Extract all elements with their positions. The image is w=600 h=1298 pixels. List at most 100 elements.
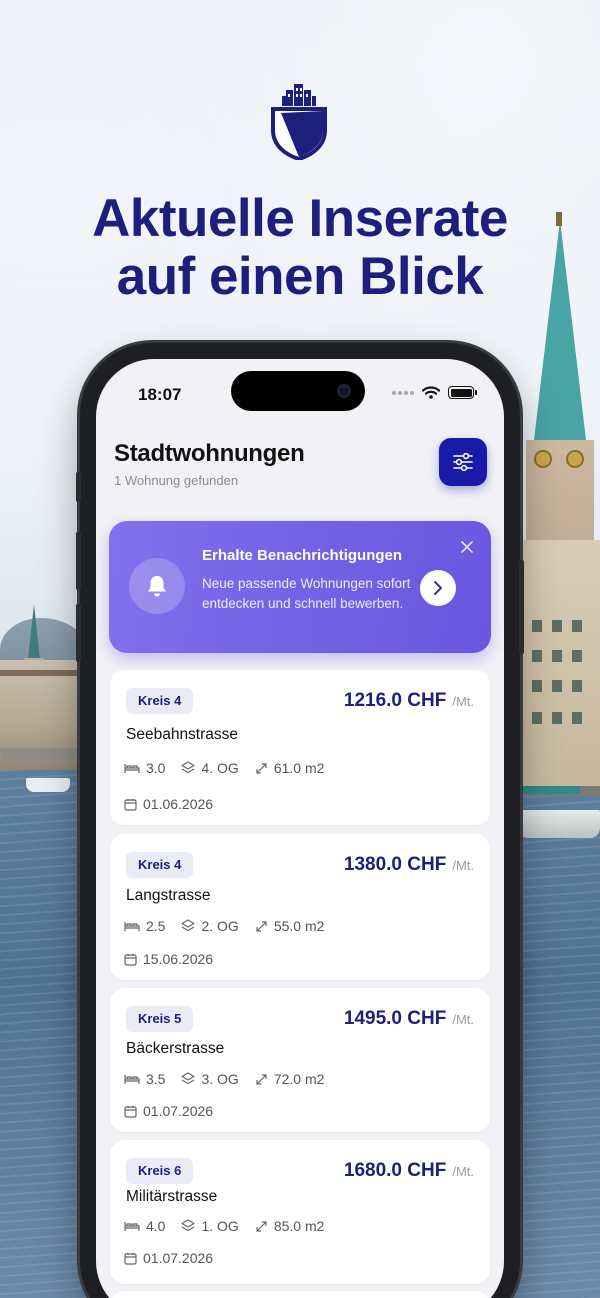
zurich-shield-logo-icon xyxy=(270,82,328,162)
calendar-icon xyxy=(124,1252,137,1265)
rooms-value: 3.0 xyxy=(146,760,166,776)
price: 1680.0 CHF /Mt. xyxy=(344,1160,474,1182)
notification-text: Neue passende Wohnungen sofort entdecken… xyxy=(202,576,411,611)
floor-value: 1. OG xyxy=(201,1218,239,1234)
calendar-icon xyxy=(124,1105,137,1118)
headline-line-2: auf einen Blick xyxy=(116,247,484,306)
price-amount: 1380.0 CHF xyxy=(343,854,447,875)
district-badge: Kreis 5 xyxy=(126,1006,194,1032)
bed-icon xyxy=(124,1220,140,1232)
date-value: 01.07.2026 xyxy=(143,1250,214,1266)
status-icons xyxy=(392,386,477,399)
price-period: /Mt. xyxy=(452,1164,474,1179)
church-spire-left xyxy=(28,604,40,660)
price-period: /Mt. xyxy=(452,694,474,709)
old-town-buildings-right xyxy=(518,540,600,790)
notification-open-button[interactable] xyxy=(420,570,456,606)
battery-icon xyxy=(448,386,477,399)
listing-card[interactable] xyxy=(110,1291,490,1298)
sliders-icon xyxy=(453,453,473,471)
listing-facts: 2.5 2. OG 55.0 m2 xyxy=(124,918,324,934)
street-name: Militärstrasse xyxy=(126,1188,218,1205)
status-time: 18:07 xyxy=(138,385,182,404)
listing-facts: 4.0 1. OG 85.0 m2 xyxy=(124,1218,324,1234)
bed-icon xyxy=(124,1073,140,1085)
clock-face xyxy=(534,450,552,468)
notification-close-button[interactable] xyxy=(459,539,475,555)
listing-card[interactable]: Kreis 6 1680.0 CHF /Mt. Militärstrasse 4… xyxy=(110,1140,490,1284)
street-name: Bäckerstrasse xyxy=(126,1040,225,1057)
expand-icon xyxy=(255,762,268,775)
expand-icon xyxy=(255,1220,268,1233)
calendar-icon xyxy=(124,798,137,811)
notification-banner[interactable]: Erhalte Benachrichtigungen Neue passende… xyxy=(109,521,491,653)
cellular-signal-icon xyxy=(392,390,414,395)
district-badge: Kreis 4 xyxy=(126,688,194,714)
listing-card[interactable]: Kreis 4 1216.0 CHF /Mt. Seebahnstrasse 3… xyxy=(110,670,490,825)
headline-line-1: Aktuelle Inserate xyxy=(92,189,508,248)
area-value: 61.0 m2 xyxy=(273,760,325,776)
price-period: /Mt. xyxy=(452,858,474,873)
listing-card[interactable]: Kreis 5 1495.0 CHF /Mt. Bäckerstrasse 3.… xyxy=(110,988,490,1132)
bell-icon-circle xyxy=(129,558,185,614)
rooms-value: 4.0 xyxy=(146,1218,166,1234)
page-title: Stadtwohnungen xyxy=(114,440,305,467)
street-name: Langstrasse xyxy=(126,887,211,904)
front-camera xyxy=(337,384,351,398)
ship xyxy=(518,810,600,838)
calendar-icon xyxy=(124,953,137,966)
layers-icon xyxy=(181,1072,196,1086)
bed-icon xyxy=(124,762,140,774)
wifi-icon xyxy=(422,386,440,399)
availability-date: 01.07.2026 xyxy=(124,1250,213,1266)
awning xyxy=(520,786,580,794)
availability-date: 01.07.2026 xyxy=(124,1103,213,1119)
price-amount: 1216.0 CHF xyxy=(343,690,447,711)
street-name: Seebahnstrasse xyxy=(126,726,239,743)
price-period: /Mt. xyxy=(452,1012,474,1027)
date-value: 01.06.2026 xyxy=(143,796,214,812)
phone-action-button xyxy=(76,472,81,502)
promo-headline: Aktuelle Inserate auf einen Blick xyxy=(0,190,600,306)
floor-value: 2. OG xyxy=(201,918,239,934)
clock-face xyxy=(566,450,584,468)
rooms-value: 2.5 xyxy=(146,918,166,934)
floor-value: 3. OG xyxy=(201,1071,239,1087)
layers-icon xyxy=(181,761,196,775)
dynamic-island xyxy=(231,371,365,411)
app-screen: 18:07 Stadtwohnungen 1 Wohnung gefunden xyxy=(96,359,504,1298)
price: 1380.0 CHF /Mt. xyxy=(344,854,474,876)
area-value: 85.0 m2 xyxy=(273,1218,325,1234)
rooms-value: 3.5 xyxy=(146,1071,166,1087)
results-count: 1 Wohnung gefunden xyxy=(114,473,239,488)
filter-button[interactable] xyxy=(439,438,487,486)
area-value: 72.0 m2 xyxy=(273,1071,325,1087)
phone-volume-up-button xyxy=(76,532,81,590)
close-icon xyxy=(461,541,473,553)
price-amount: 1680.0 CHF xyxy=(343,1160,447,1181)
phone-volume-down-button xyxy=(76,604,81,662)
layers-icon xyxy=(181,919,196,933)
expand-icon xyxy=(255,920,268,933)
chevron-right-icon xyxy=(433,580,443,596)
availability-date: 15.06.2026 xyxy=(124,951,213,967)
price-amount: 1495.0 CHF xyxy=(343,1008,447,1029)
date-value: 15.06.2026 xyxy=(143,951,214,967)
phone-power-button xyxy=(519,560,524,654)
price: 1216.0 CHF /Mt. xyxy=(344,690,474,712)
bridge xyxy=(0,748,80,762)
floor-value: 4. OG xyxy=(201,760,239,776)
bed-icon xyxy=(124,920,140,932)
notification-title: Erhalte Benachrichtigungen xyxy=(202,547,403,564)
boat xyxy=(26,778,70,792)
area-value: 55.0 m2 xyxy=(273,918,325,934)
bell-icon xyxy=(146,574,168,598)
date-value: 01.07.2026 xyxy=(143,1103,214,1119)
listing-facts: 3.0 4. OG 61.0 m2 xyxy=(124,760,324,776)
expand-icon xyxy=(255,1073,268,1086)
listing-facts: 3.5 3. OG 72.0 m2 xyxy=(124,1071,324,1087)
layers-icon xyxy=(181,1219,196,1233)
listing-card[interactable]: Kreis 4 1380.0 CHF /Mt. Langstrasse 2.5 … xyxy=(110,834,490,980)
district-badge: Kreis 4 xyxy=(126,852,194,878)
district-badge: Kreis 6 xyxy=(126,1158,194,1184)
